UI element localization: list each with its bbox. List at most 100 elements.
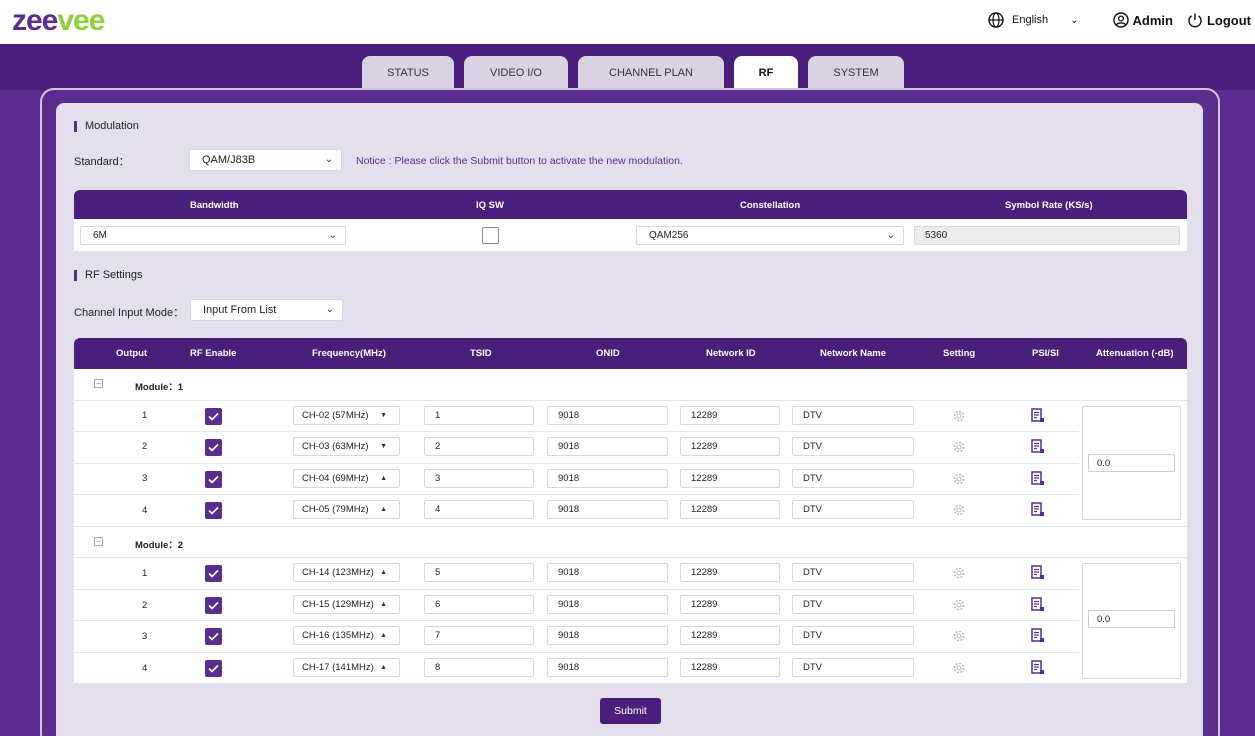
frequency-select[interactable]: CH-03 (63MHz) ▼ <box>293 437 400 456</box>
gear-icon[interactable] <box>952 472 966 486</box>
collapse-module-2-button[interactable]: − <box>94 537 103 546</box>
tab-system[interactable]: SYSTEM <box>808 56 904 90</box>
tsid-input[interactable]: 4 <box>424 500 534 519</box>
globe-icon <box>988 12 1004 28</box>
gear-icon[interactable] <box>952 503 966 517</box>
network-name-input[interactable]: DTV <box>792 563 914 582</box>
network-id-input[interactable]: 12289 <box>680 437 780 456</box>
onid-input[interactable]: 9018 <box>547 500 668 519</box>
gear-icon[interactable] <box>952 629 966 643</box>
tab-channel-plan[interactable]: CHANNEL PLAN <box>578 56 724 90</box>
document-icon[interactable] <box>1031 408 1045 423</box>
tsid-input[interactable]: 1 <box>424 406 534 425</box>
rf-enable-checkbox[interactable] <box>205 502 222 519</box>
onid-input[interactable]: 9018 <box>547 658 668 677</box>
admin-label: Admin <box>1132 12 1173 28</box>
language-selector[interactable]: English ⌄ <box>988 12 1079 28</box>
gear-icon[interactable] <box>952 661 966 675</box>
onid-input[interactable]: 9018 <box>547 626 668 645</box>
rf-enable-checkbox[interactable] <box>205 660 222 677</box>
constellation-value: QAM256 <box>649 230 689 241</box>
document-icon[interactable] <box>1031 439 1045 454</box>
attenuation-input[interactable]: 0.0 <box>1088 454 1175 472</box>
frequency-select[interactable]: CH-15 (129MHz) ▲ <box>293 595 400 614</box>
bandwidth-select[interactable]: 6M ⌄ <box>80 226 346 245</box>
tsid-input[interactable]: 5 <box>424 563 534 582</box>
rf-enable-checkbox[interactable] <box>205 408 222 425</box>
output-cell: 3 <box>142 631 148 642</box>
collapse-module-1-button[interactable]: − <box>94 379 103 388</box>
tab-video-io[interactable]: VIDEO I/O <box>464 56 568 90</box>
document-icon[interactable] <box>1031 565 1045 580</box>
tsid-input[interactable]: 2 <box>424 437 534 456</box>
onid-input[interactable]: 9018 <box>547 469 668 488</box>
attenuation-input[interactable]: 0.0 <box>1088 610 1175 628</box>
submit-button[interactable]: Submit <box>600 698 661 724</box>
output-cell: 1 <box>142 568 148 579</box>
gear-icon[interactable] <box>952 566 966 580</box>
constellation-select[interactable]: QAM256 ⌄ <box>636 226 904 245</box>
network-id-input[interactable]: 12289 <box>680 563 780 582</box>
network-name-input[interactable]: DTV <box>792 626 914 645</box>
network-name-input[interactable]: DTV <box>792 658 914 677</box>
gear-icon[interactable] <box>952 409 966 423</box>
frequency-select[interactable]: CH-17 (141MHz) ▲ <box>293 658 400 677</box>
tsid-input[interactable]: 3 <box>424 469 534 488</box>
gear-icon[interactable] <box>952 598 966 612</box>
admin-user-button[interactable]: Admin <box>1112 12 1173 28</box>
network-id-input[interactable]: 12289 <box>680 595 780 614</box>
col-onid: ONID <box>596 348 620 359</box>
onid-input[interactable]: 9018 <box>547 563 668 582</box>
tab-rf[interactable]: RF <box>734 56 798 90</box>
tsid-input[interactable]: 6 <box>424 595 534 614</box>
main-tabs: STATUS VIDEO I/O CHANNEL PLAN RF SYSTEM <box>362 56 914 90</box>
network-name-input[interactable]: DTV <box>792 437 914 456</box>
frequency-select[interactable]: CH-04 (69MHz) ▲ <box>293 469 400 488</box>
rf-enable-checkbox[interactable] <box>205 628 222 645</box>
output-cell: 2 <box>142 441 148 452</box>
tsid-input[interactable]: 7 <box>424 626 534 645</box>
frequency-select[interactable]: CH-14 (123MHz) ▲ <box>293 563 400 582</box>
onid-input[interactable]: 9018 <box>547 595 668 614</box>
document-icon[interactable] <box>1031 660 1045 675</box>
frequency-select[interactable]: CH-05 (79MHz) ▲ <box>293 500 400 519</box>
tsid-input[interactable]: 8 <box>424 658 534 677</box>
modulation-title-text: Modulation <box>85 120 139 132</box>
document-icon[interactable] <box>1031 471 1045 486</box>
network-name-input[interactable]: DTV <box>792 500 914 519</box>
network-name-input[interactable]: DTV <box>792 595 914 614</box>
modulation-section-title: Modulation <box>74 120 139 132</box>
module-2-label: Module：2 <box>135 540 184 551</box>
rf-enable-checkbox[interactable] <box>205 439 222 456</box>
network-id-input[interactable]: 12289 <box>680 658 780 677</box>
document-icon[interactable] <box>1031 597 1045 612</box>
checkmark-icon <box>208 664 219 673</box>
rf-enable-checkbox[interactable] <box>205 565 222 582</box>
iq-sw-checkbox[interactable] <box>482 227 499 244</box>
zeevee-logo[interactable]: zeevee <box>12 6 105 36</box>
rf-enable-checkbox[interactable] <box>205 471 222 488</box>
onid-input[interactable]: 9018 <box>547 437 668 456</box>
col-setting: Setting <box>943 348 976 359</box>
channel-input-mode-select[interactable]: Input From List ⌄ <box>190 299 343 321</box>
logout-button[interactable]: Logout <box>1187 12 1251 28</box>
network-name-input[interactable]: DTV <box>792 469 914 488</box>
rf-enable-checkbox[interactable] <box>205 597 222 614</box>
frequency-select[interactable]: CH-16 (135MHz) ▲ <box>293 626 400 645</box>
frequency-value: CH-16 (135MHz) <box>302 630 374 641</box>
tab-status[interactable]: STATUS <box>362 56 454 90</box>
section-marker <box>74 120 77 132</box>
network-id-input[interactable]: 12289 <box>680 406 780 425</box>
document-icon[interactable] <box>1031 628 1045 643</box>
frequency-value: CH-04 (69MHz) <box>302 473 369 484</box>
checkmark-icon <box>208 601 219 610</box>
network-id-input[interactable]: 12289 <box>680 500 780 519</box>
document-icon[interactable] <box>1031 502 1045 517</box>
standard-select[interactable]: QAM/J83B ⌄ <box>189 149 342 171</box>
network-id-input[interactable]: 12289 <box>680 626 780 645</box>
network-name-input[interactable]: DTV <box>792 406 914 425</box>
gear-icon[interactable] <box>952 440 966 454</box>
frequency-select[interactable]: CH-02 (57MHz) ▼ <box>293 406 400 425</box>
network-id-input[interactable]: 12289 <box>680 469 780 488</box>
onid-input[interactable]: 9018 <box>547 406 668 425</box>
